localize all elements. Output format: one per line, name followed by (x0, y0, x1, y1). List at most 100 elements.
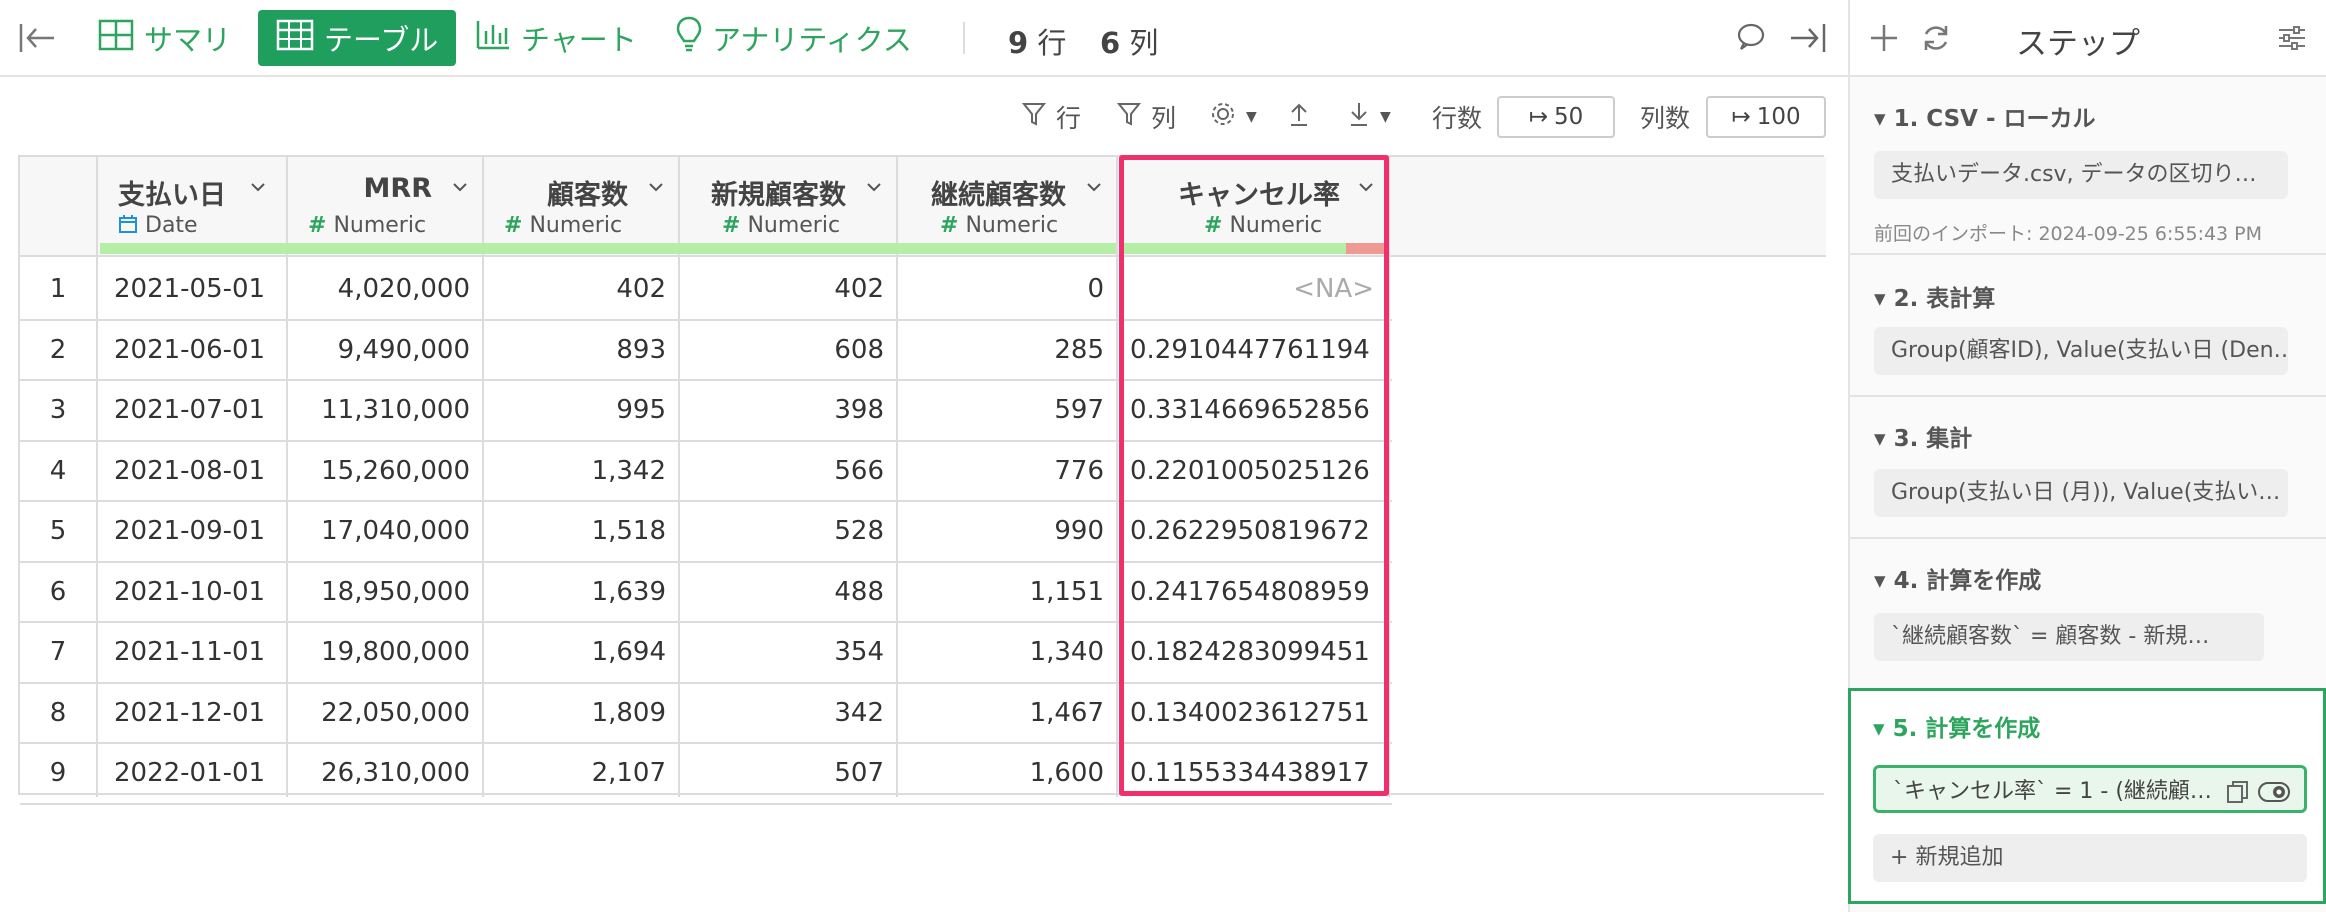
tab-chart[interactable]: チャート (475, 10, 637, 66)
eye-toggle-icon[interactable] (2257, 779, 2291, 805)
cell-continuing-customers[interactable]: 1,467 (898, 683, 1118, 743)
cell-continuing-customers[interactable]: 1,340 (898, 622, 1118, 682)
chevron-down-icon[interactable] (1358, 179, 1374, 195)
cell-new-customers[interactable]: 507 (680, 743, 898, 803)
settings-menu-button[interactable]: ▼ (1210, 96, 1257, 138)
step-2[interactable]: ▾ 2. 表計算 Group(顧客ID), Value(支払い日 (Den… (1850, 255, 2326, 397)
cell-customers[interactable]: 1,518 (484, 501, 680, 561)
cell-payment-date[interactable]: 2021-11-01 (98, 622, 288, 682)
cell-new-customers[interactable]: 342 (680, 683, 898, 743)
cell-continuing-customers[interactable]: 1,151 (898, 562, 1118, 622)
cell-cancel-rate[interactable]: 0.1340023612751 (1118, 683, 1390, 743)
refresh-icon[interactable] (1920, 22, 1952, 54)
cell-new-customers[interactable]: 566 (680, 441, 898, 501)
cell-mrr[interactable]: 4,020,000 (288, 259, 484, 319)
calendar-icon (119, 215, 137, 233)
step-4[interactable]: ▾ 4. 計算を作成 `継続顧客数` = 顧客数 - 新規… (1850, 539, 2326, 688)
chevron-down-icon[interactable] (452, 179, 468, 195)
cell-mrr[interactable]: 18,950,000 (288, 562, 484, 622)
cell-customers[interactable]: 1,639 (484, 562, 680, 622)
filter-icon (1021, 101, 1047, 133)
cell-new-customers[interactable]: 398 (680, 380, 898, 440)
step-1[interactable]: ▾ 1. CSV - ローカル 支払いデータ.csv, データの区切り… 前回の… (1850, 79, 2326, 255)
cell-new-customers[interactable]: 608 (680, 320, 898, 380)
cell-customers[interactable]: 2,107 (484, 743, 680, 803)
column-header-cancel-rate[interactable]: キャンセル率 # Numeric (1118, 157, 1390, 257)
cell-new-customers[interactable]: 402 (680, 259, 898, 319)
cell-payment-date[interactable]: 2021-08-01 (98, 441, 288, 501)
cell-continuing-customers[interactable]: 0 (898, 259, 1118, 319)
cell-payment-date[interactable]: 2021-07-01 (98, 380, 288, 440)
cell-cancel-rate[interactable]: <NA> (1118, 259, 1390, 319)
cell-payment-date[interactable]: 2021-06-01 (98, 320, 288, 380)
col-filter-button[interactable]: 列 (1116, 96, 1176, 138)
cell-cancel-rate[interactable]: 0.2910447761194 (1118, 320, 1390, 380)
cell-mrr[interactable]: 26,310,000 (288, 743, 484, 803)
cell-cancel-rate[interactable]: 0.1824283099451 (1118, 622, 1390, 682)
chevron-down-icon[interactable] (1086, 179, 1102, 195)
step-summary[interactable]: Group(顧客ID), Value(支払い日 (Den… (1874, 327, 2288, 375)
cell-continuing-customers[interactable]: 776 (898, 441, 1118, 501)
column-header-payment-date[interactable]: 支払い日 Date (98, 157, 288, 257)
cell-continuing-customers[interactable]: 285 (898, 320, 1118, 380)
cell-payment-date[interactable]: 2021-05-01 (98, 259, 288, 319)
cell-cancel-rate[interactable]: 0.2622950819672 (1118, 501, 1390, 561)
collapse-right-icon[interactable] (1788, 20, 1828, 56)
cell-new-customers[interactable]: 488 (680, 562, 898, 622)
tab-analytics[interactable]: アナリティクス (676, 10, 912, 66)
row-filter-label: 行 (1056, 104, 1082, 133)
cell-continuing-customers[interactable]: 597 (898, 380, 1118, 440)
cell-mrr[interactable]: 22,050,000 (288, 683, 484, 743)
cell-new-customers[interactable]: 354 (680, 622, 898, 682)
upload-button[interactable] (1288, 96, 1310, 138)
chevron-down-icon[interactable] (250, 179, 266, 195)
step-summary[interactable]: 支払いデータ.csv, データの区切り… (1874, 151, 2288, 199)
cell-mrr[interactable]: 19,800,000 (288, 622, 484, 682)
copy-icon[interactable] (2225, 779, 2251, 805)
cell-cancel-rate[interactable]: 0.1155334438917 (1118, 743, 1390, 803)
cell-cancel-rate[interactable]: 0.2201005025126 (1118, 441, 1390, 501)
download-menu-button[interactable]: ▼ (1348, 96, 1391, 138)
cell-cancel-rate[interactable]: 0.3314669652856 (1118, 380, 1390, 440)
sliders-icon[interactable] (2276, 22, 2308, 54)
step-summary[interactable]: Group(支払い日 (月)), Value(支払い… (1874, 469, 2288, 517)
column-header-new-customers[interactable]: 新規顧客数 # Numeric (680, 157, 898, 257)
cell-continuing-customers[interactable]: 990 (898, 501, 1118, 561)
cell-payment-date[interactable]: 2021-10-01 (98, 562, 288, 622)
collapse-left-icon[interactable] (18, 20, 58, 56)
comment-icon[interactable] (1736, 22, 1766, 52)
cell-new-customers[interactable]: 528 (680, 501, 898, 561)
chevron-down-icon[interactable] (866, 179, 882, 195)
cell-payment-date[interactable]: 2022-01-01 (98, 743, 288, 803)
cell-mrr[interactable]: 17,040,000 (288, 501, 484, 561)
cell-customers[interactable]: 1,809 (484, 683, 680, 743)
step-5-selected[interactable]: ▾ 5. 計算を作成 `キャンセル率` = 1 - (継続顧… + 新規追加 (1848, 688, 2326, 904)
cell-customers[interactable]: 1,694 (484, 622, 680, 682)
step-3[interactable]: ▾ 3. 集計 Group(支払い日 (月)), Value(支払い… (1850, 397, 2326, 539)
cell-customers[interactable]: 893 (484, 320, 680, 380)
cell-mrr[interactable]: 9,490,000 (288, 320, 484, 380)
column-header-continuing-customers[interactable]: 継続顧客数 # Numeric (898, 157, 1118, 257)
add-icon[interactable] (1868, 22, 1900, 54)
step-summary[interactable]: `継続顧客数` = 顧客数 - 新規… (1874, 613, 2264, 661)
tab-summary[interactable]: サマリ (98, 10, 231, 66)
cell-customers[interactable]: 402 (484, 259, 680, 319)
row-filter-button[interactable]: 行 (1021, 96, 1082, 138)
cell-payment-date[interactable]: 2021-09-01 (98, 501, 288, 561)
hash-icon: # (1204, 213, 1223, 238)
cell-mrr[interactable]: 15,260,000 (288, 441, 484, 501)
col-limit-input[interactable]: ↦ 100 (1706, 96, 1826, 138)
cell-continuing-customers[interactable]: 1,600 (898, 743, 1118, 803)
tab-table[interactable]: テーブル (258, 10, 457, 66)
row-limit-input[interactable]: ↦ 50 (1497, 96, 1615, 138)
chevron-down-icon[interactable] (648, 179, 664, 195)
cell-payment-date[interactable]: 2021-12-01 (98, 683, 288, 743)
row-number: 9 (49, 758, 67, 788)
cell-customers[interactable]: 995 (484, 380, 680, 440)
cell-cancel-rate[interactable]: 0.2417654808959 (1118, 562, 1390, 622)
column-header-customers[interactable]: 顧客数 # Numeric (484, 157, 680, 257)
add-new-step-button[interactable]: + 新規追加 (1873, 834, 2307, 882)
column-header-mrr[interactable]: MRR # Numeric (288, 157, 484, 257)
cell-mrr[interactable]: 11,310,000 (288, 380, 484, 440)
cell-customers[interactable]: 1,342 (484, 441, 680, 501)
